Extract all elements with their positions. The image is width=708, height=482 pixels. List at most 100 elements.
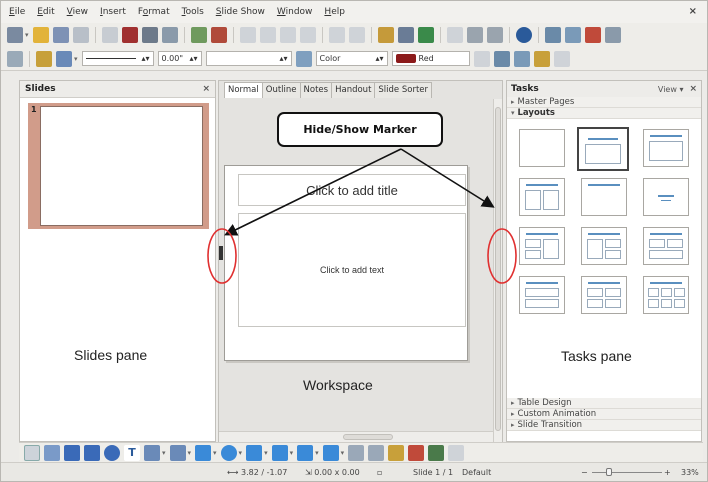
export-pdf-icon[interactable] — [121, 27, 138, 43]
insert-image-icon[interactable] — [408, 444, 425, 461]
undo-icon[interactable] — [328, 27, 345, 43]
email-icon[interactable] — [72, 27, 89, 43]
layout-title-content[interactable] — [643, 129, 689, 167]
slide-icon[interactable] — [544, 27, 561, 43]
slideshow-icon[interactable] — [584, 27, 601, 43]
area-style-select[interactable]: Color ▴▾ — [315, 51, 388, 66]
navigator-icon[interactable] — [417, 27, 434, 43]
callouts-icon[interactable] — [297, 444, 314, 461]
select-pointer-icon[interactable] — [24, 444, 40, 461]
layout-blank[interactable] — [519, 129, 565, 167]
layout-title-2content-and-content[interactable] — [519, 227, 565, 265]
edit-file-icon[interactable] — [101, 27, 118, 43]
toolbar-options-icon[interactable] — [553, 50, 570, 67]
menu-format[interactable]: Format — [138, 7, 170, 17]
horizontal-scrollbar[interactable] — [219, 431, 493, 442]
tab-slide-sorter[interactable]: Slide Sorter — [374, 82, 432, 98]
print-preview-icon[interactable] — [161, 27, 178, 43]
new-dropdown-icon[interactable]: ▾ — [25, 31, 29, 39]
layout-title-slide[interactable] — [577, 127, 629, 171]
vertical-scrollbar[interactable] — [493, 99, 502, 442]
layout-title-6content[interactable] — [643, 276, 689, 314]
close-slides-pane-icon[interactable]: × — [202, 84, 210, 94]
drawbar-options-icon[interactable] — [448, 444, 465, 461]
fill-color-select[interactable]: Red — [391, 51, 470, 66]
print-icon[interactable] — [141, 27, 158, 43]
extrusion-icon[interactable] — [428, 444, 445, 461]
zoom-slider-track[interactable] — [592, 472, 662, 473]
points-icon[interactable] — [348, 444, 365, 461]
arrange-icon[interactable] — [533, 50, 550, 67]
styles-icon[interactable] — [7, 50, 23, 67]
connector-icon[interactable] — [169, 444, 186, 461]
zoom-icon[interactable] — [486, 27, 503, 43]
stars-icon[interactable] — [322, 444, 339, 461]
layout-title-only[interactable] — [581, 178, 627, 216]
arrow-style-dropdown-icon[interactable]: ▾ — [74, 55, 78, 63]
slide-thumbnail[interactable] — [40, 106, 203, 226]
line-style-select[interactable]: ▴▾ — [81, 51, 154, 66]
close-tasks-pane-icon[interactable]: × — [689, 84, 697, 94]
curve-icon[interactable] — [144, 444, 160, 461]
clone-format-icon[interactable] — [299, 27, 316, 43]
toolbar-more-icon[interactable] — [604, 27, 621, 43]
slides-pane-hide-show-marker[interactable] — [219, 246, 223, 260]
layout-title-two-content[interactable] — [519, 178, 565, 216]
flowchart-icon[interactable] — [271, 444, 288, 461]
ellipse-icon[interactable] — [104, 444, 120, 461]
table-icon[interactable] — [397, 27, 414, 43]
stars-dropdown-icon[interactable]: ▾ — [341, 449, 345, 457]
vertical-scroll-thumb[interactable] — [495, 107, 501, 431]
menu-slide-show[interactable]: Slide Show — [216, 7, 265, 17]
connector-dropdown-icon[interactable]: ▾ — [188, 449, 192, 457]
line-icon[interactable] — [36, 50, 52, 67]
zoom-out-button[interactable]: − — [581, 468, 588, 477]
tab-notes[interactable]: Notes — [299, 82, 333, 98]
layout-title-content-and-2content[interactable] — [581, 227, 627, 265]
view-menu-button[interactable]: View ▾ — [658, 85, 684, 94]
tab-outline[interactable]: Outline — [261, 82, 301, 98]
symbol-shapes-dropdown-icon[interactable]: ▾ — [239, 449, 243, 457]
zoom-slider-knob[interactable] — [606, 468, 612, 476]
tab-normal[interactable]: Normal — [224, 82, 263, 98]
cut-icon[interactable] — [239, 27, 256, 43]
slide-canvas[interactable]: Click to add title Click to add text — [224, 165, 468, 361]
tab-handout[interactable]: Handout — [331, 82, 376, 98]
menu-insert[interactable]: Insert — [100, 7, 126, 17]
callouts-dropdown-icon[interactable]: ▾ — [315, 449, 319, 457]
symbol-shapes-icon[interactable] — [220, 444, 237, 461]
basic-shapes-dropdown-icon[interactable]: ▾ — [213, 449, 217, 457]
align-icon[interactable] — [513, 50, 530, 67]
display-icon[interactable] — [466, 27, 483, 43]
menu-edit[interactable]: Edit — [37, 7, 54, 17]
line-color-select[interactable]: ▴▾ — [205, 51, 292, 66]
spellcheck-icon[interactable] — [190, 27, 207, 43]
document-modified-icon[interactable]: ▫ — [377, 468, 382, 477]
flowchart-dropdown-icon[interactable]: ▾ — [290, 449, 294, 457]
text-placeholder[interactable]: Click to add text — [238, 213, 466, 327]
task-section-layouts[interactable]: ▾ Layouts — [507, 108, 701, 119]
zoom-level[interactable]: 33% — [681, 468, 699, 477]
layout-title-2content-over-content[interactable] — [643, 227, 689, 265]
open-folder-icon[interactable] — [32, 27, 49, 43]
rotate-icon[interactable] — [493, 50, 510, 67]
copy-icon[interactable] — [259, 27, 276, 43]
autospellcheck-icon[interactable] — [210, 27, 227, 43]
task-section-table-design[interactable]: ▸ Table Design — [507, 398, 701, 409]
paste-icon[interactable] — [279, 27, 296, 43]
line-tool-icon[interactable] — [44, 444, 60, 461]
help-icon[interactable] — [515, 27, 532, 43]
slide-layout-icon[interactable] — [564, 27, 581, 43]
shadow-icon[interactable] — [473, 50, 490, 67]
menu-file[interactable]: Eile — [9, 7, 25, 17]
area-icon[interactable] — [295, 50, 312, 67]
new-document-icon[interactable] — [7, 27, 23, 43]
horizontal-scroll-thumb[interactable] — [343, 434, 393, 440]
block-arrows-dropdown-icon[interactable]: ▾ — [264, 449, 268, 457]
glue-points-icon[interactable] — [368, 444, 385, 461]
basic-shapes-icon[interactable] — [195, 444, 212, 461]
curve-dropdown-icon[interactable]: ▾ — [162, 449, 166, 457]
menu-window[interactable]: Window — [277, 7, 313, 17]
menu-tools[interactable]: Tools — [182, 7, 204, 17]
menu-view[interactable]: View — [67, 7, 88, 17]
